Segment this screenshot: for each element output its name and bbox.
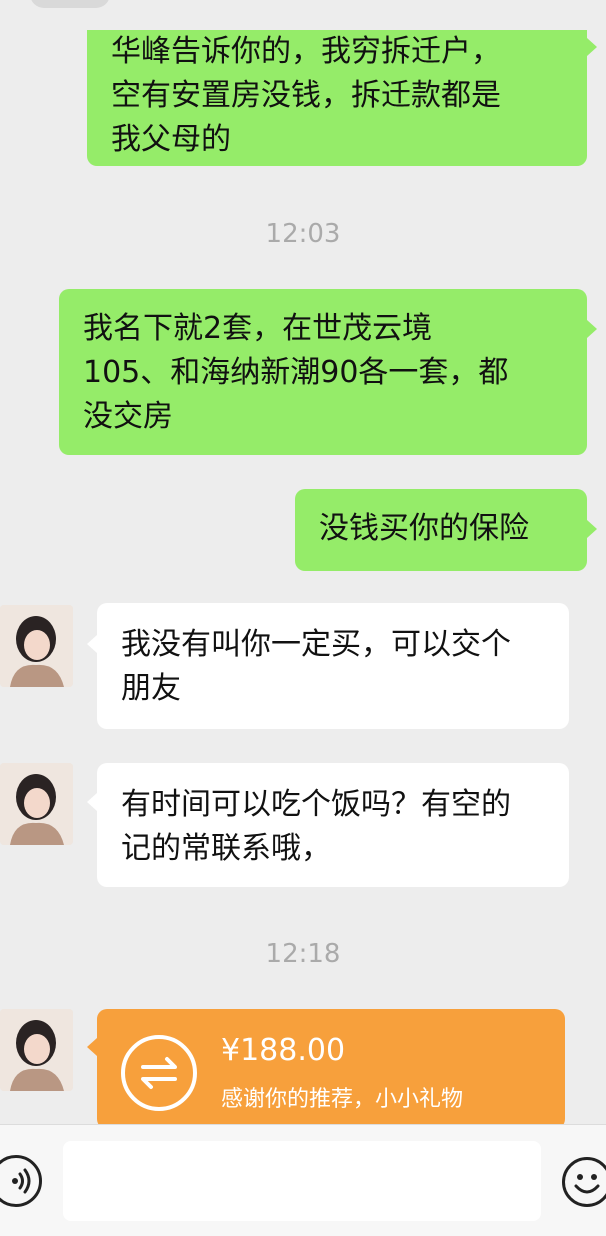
transfer-amount: ¥188.00 bbox=[221, 1033, 346, 1068]
avatar-portrait-icon bbox=[0, 763, 73, 845]
message-bubble-sent[interactable]: 没钱买你的保险 bbox=[295, 489, 587, 571]
bubble-tail bbox=[587, 520, 597, 538]
message-bubble-sent[interactable]: 华峰告诉你的，我穷拆迁户， 空有安置房没钱，拆迁款都是 我父母的 bbox=[87, 20, 587, 166]
chat-area[interactable]: 华峰告诉你的，我穷拆迁户， 空有安置房没钱，拆迁款都是 我父母的 12:03 我… bbox=[0, 0, 606, 1124]
bubble-tail bbox=[87, 793, 97, 811]
bubble-tail bbox=[87, 635, 97, 653]
message-bubble-received[interactable]: 有时间可以吃个饭吗？有空的 记的常联系哦， bbox=[97, 763, 569, 887]
timestamp: 12:03 bbox=[265, 219, 341, 249]
avatar[interactable] bbox=[0, 605, 73, 687]
avatar[interactable] bbox=[0, 763, 73, 845]
transfer-note: 感谢你的推荐，小小礼物 bbox=[221, 1087, 464, 1112]
avatar-portrait-icon bbox=[0, 1009, 73, 1091]
bubble-tail bbox=[87, 1038, 97, 1056]
input-bar bbox=[0, 1124, 606, 1236]
avatar-portrait-icon bbox=[0, 605, 73, 687]
emoji-icon[interactable] bbox=[562, 1157, 606, 1207]
voice-icon[interactable] bbox=[0, 1155, 42, 1207]
bubble-tail bbox=[587, 320, 597, 338]
back-button[interactable] bbox=[30, 0, 110, 8]
bubble-tail bbox=[587, 38, 597, 56]
avatar[interactable] bbox=[0, 1009, 73, 1091]
chat-title: … bbox=[285, 0, 365, 2]
top-navigation-bar: … bbox=[0, 0, 606, 30]
message-input[interactable] bbox=[63, 1141, 541, 1221]
message-bubble-sent[interactable]: 我名下就2套，在世茂云境 105、和海纳新潮90各一套，都 没交房 bbox=[59, 289, 587, 455]
timestamp: 12:18 bbox=[265, 939, 341, 969]
transfer-icon bbox=[121, 1035, 197, 1111]
transfer-card[interactable]: ¥188.00 感谢你的推荐，小小礼物 bbox=[97, 1009, 565, 1124]
message-bubble-received[interactable]: 我没有叫你一定买，可以交个 朋友 bbox=[97, 603, 569, 729]
